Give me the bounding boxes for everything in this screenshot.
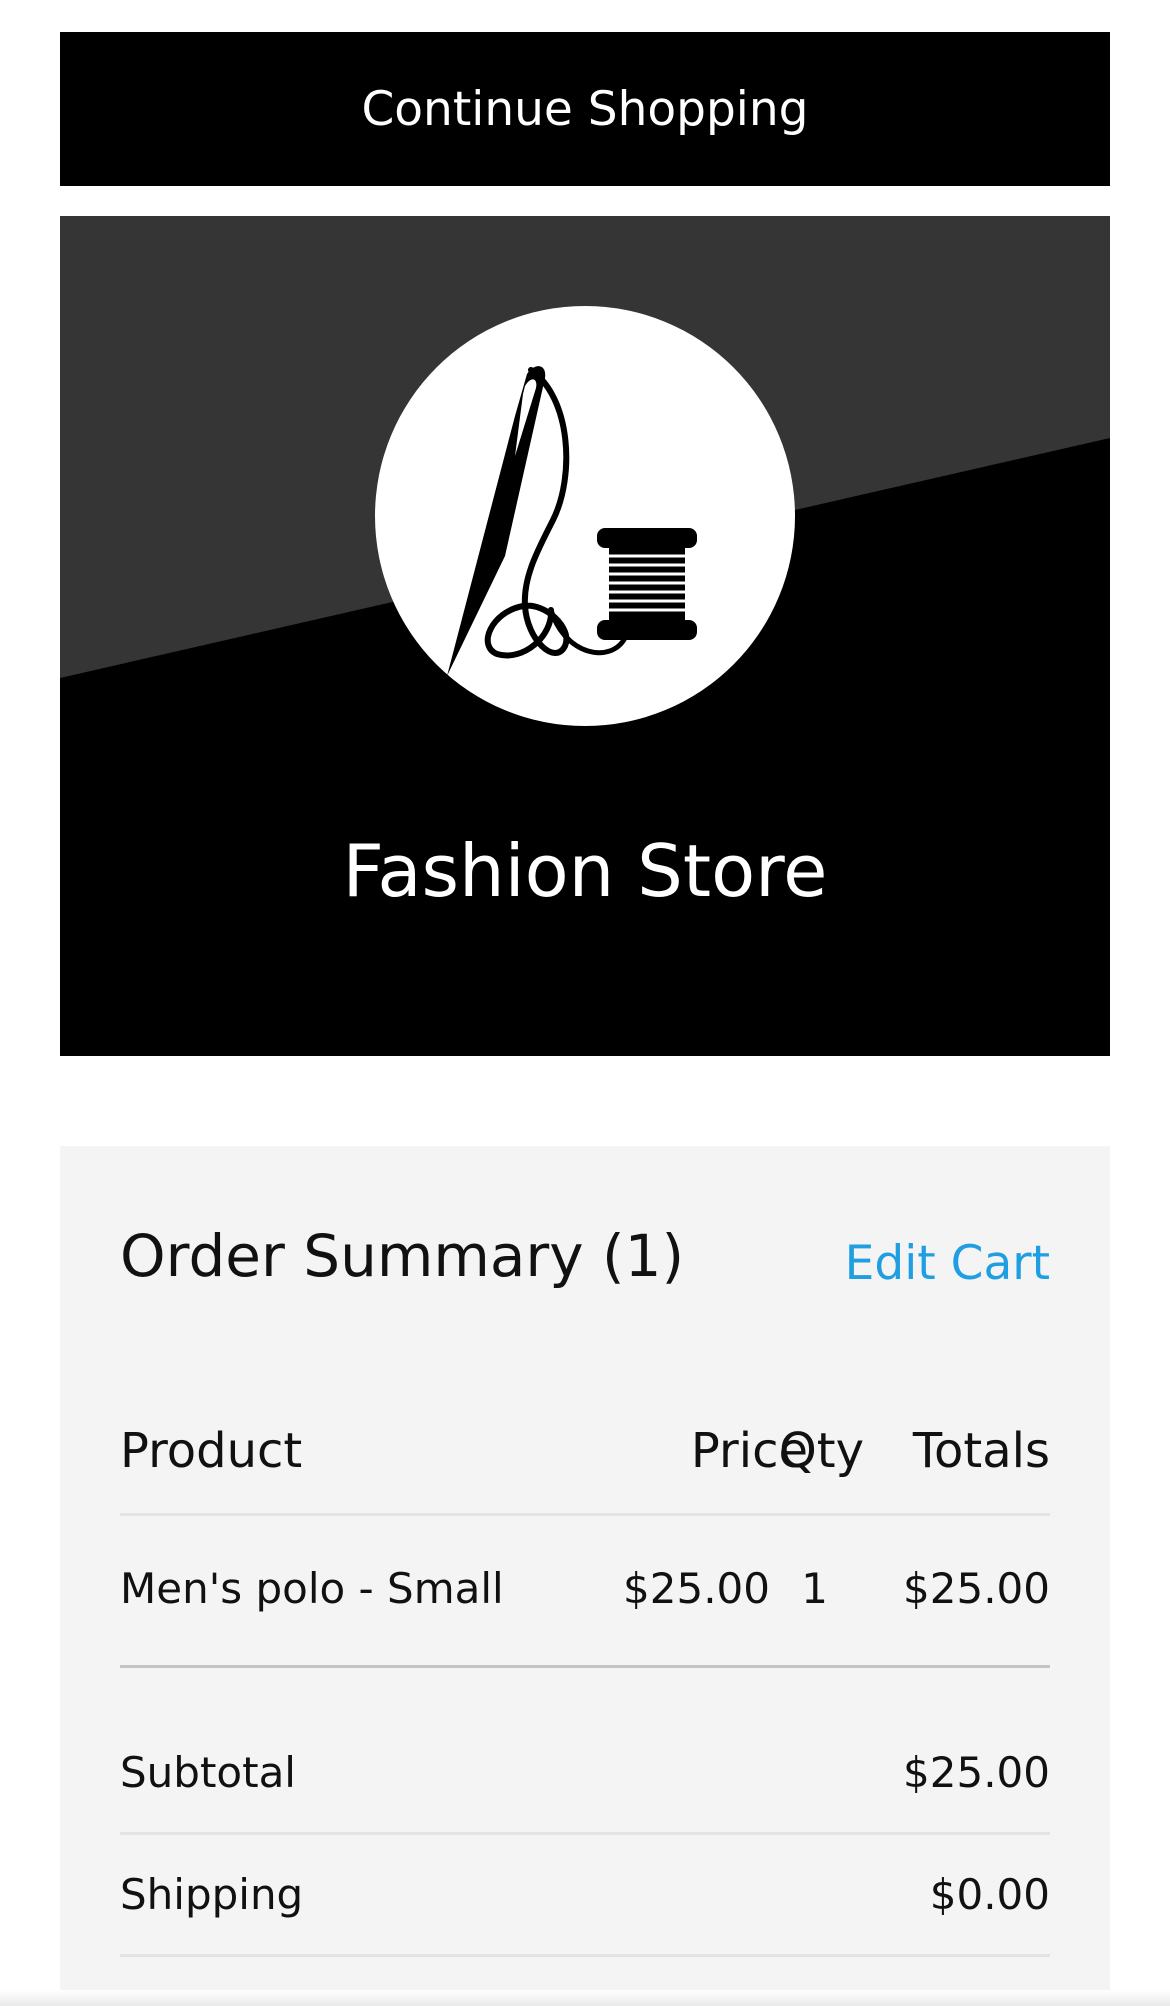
subtotal-value: $25.00 xyxy=(903,1748,1050,1797)
table-row: Men's polo - Small $25.00 1 $25.00 xyxy=(120,1544,1050,1634)
divider xyxy=(120,1832,1050,1835)
shipping-value: $0.00 xyxy=(929,1870,1050,1919)
shipping-row: Shipping $0.00 xyxy=(120,1850,1050,1940)
order-summary-header: Order Summary (1) Edit Cart xyxy=(120,1211,1050,1301)
order-summary-title: Order Summary (1) xyxy=(120,1222,685,1290)
subtotal-label: Subtotal xyxy=(120,1748,296,1797)
store-logo xyxy=(375,306,795,726)
divider xyxy=(120,1954,1050,1957)
checkout-page: Continue Shopping Fashion Store Order Su… xyxy=(0,0,1170,2006)
store-name: Fashion Store xyxy=(342,829,828,913)
column-header-qty: Qty xyxy=(778,1423,864,1479)
column-header-product: Product xyxy=(120,1423,303,1479)
continue-shopping-label: Continue Shopping xyxy=(361,81,809,137)
item-product: Men's polo - Small xyxy=(120,1564,504,1613)
item-total: $25.00 xyxy=(903,1564,1050,1613)
edit-cart-link[interactable]: Edit Cart xyxy=(845,1219,1050,1309)
needle-and-thread-spool-icon xyxy=(447,366,697,676)
column-header-totals: Totals xyxy=(912,1423,1050,1479)
order-summary-panel: Order Summary (1) Edit Cart Product Pric… xyxy=(60,1146,1110,2006)
item-qty: 1 xyxy=(801,1564,828,1613)
divider xyxy=(120,1665,1050,1668)
continue-shopping-button[interactable]: Continue Shopping xyxy=(60,32,1110,186)
order-table-header: Product Price Qty Totals xyxy=(120,1406,1050,1496)
shipping-label: Shipping xyxy=(120,1870,304,1919)
bottom-edge-shadow xyxy=(0,1990,1170,2006)
item-price: $25.00 xyxy=(623,1564,770,1613)
subtotal-row: Subtotal $25.00 xyxy=(120,1728,1050,1818)
divider xyxy=(120,1513,1050,1516)
store-hero-banner: Fashion Store xyxy=(60,216,1110,1056)
